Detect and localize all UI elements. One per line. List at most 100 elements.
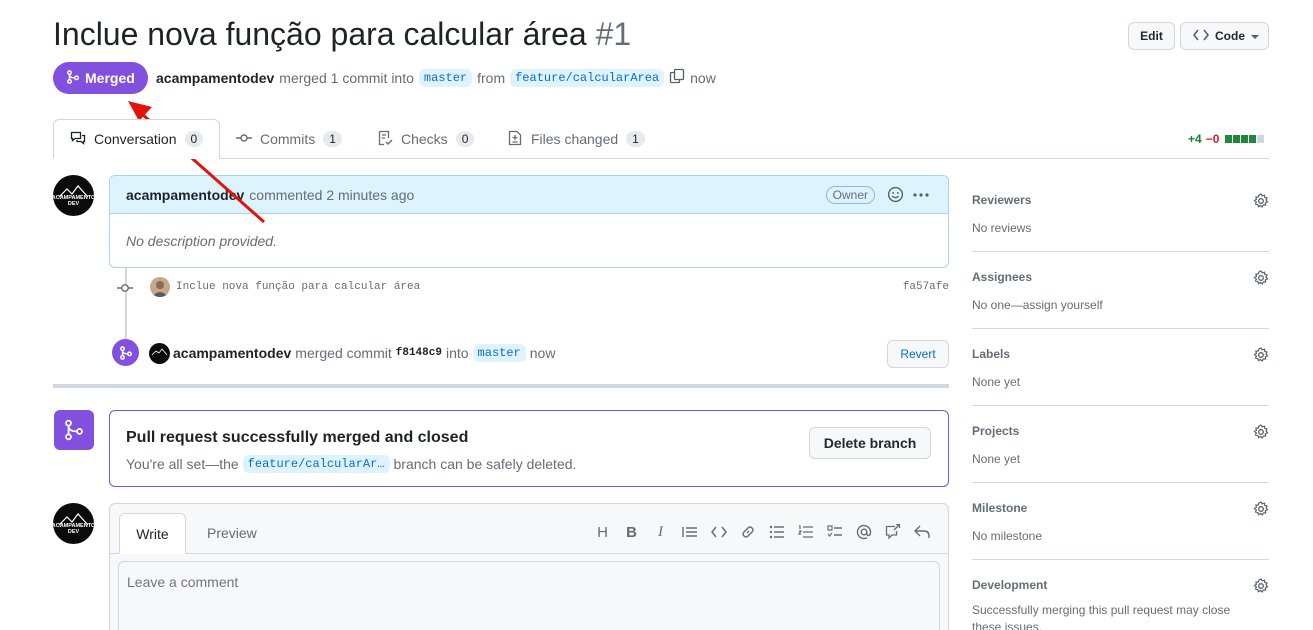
quote-icon[interactable] [681,523,698,541]
sidebar-value: None yet [972,452,1021,466]
gear-icon[interactable] [1253,424,1269,443]
sidebar-title[interactable]: Labels [972,347,1269,361]
comment-textarea[interactable]: Leave a comment [118,561,940,630]
avatar[interactable]: ACAMPAMENTO DEV [53,503,94,544]
sidebar-value: No reviews [972,221,1032,235]
merged-text: merged 1 commit into [279,69,414,86]
comment-author[interactable]: acampamentodev [126,187,244,203]
merge-action: merged commit [295,345,392,361]
git-merge-icon [66,69,80,87]
merge-author[interactable]: acampamentodev [173,345,291,361]
gear-icon[interactable] [1253,578,1269,597]
cross-reference-icon[interactable] [884,523,901,541]
edit-button[interactable]: Edit [1128,22,1175,50]
diffstat[interactable]: +4 −0 [1188,132,1265,146]
smiley-icon[interactable] [887,186,904,206]
commit-message[interactable]: Inclue nova função para calcular área [176,281,420,293]
sidebar-title[interactable]: Projects [972,424,1269,438]
time-text: now [690,69,716,86]
editor-divider [110,553,948,554]
git-merge-icon [54,410,94,450]
git-commit-icon [236,130,252,149]
italic-icon[interactable]: I [652,523,669,541]
tab-label: Conversation [94,131,177,147]
comment-box: acampamentodev commented 2 minutes ago O… [109,175,949,268]
merge-event-text: acampamentodev merged commit f8148c9 int… [173,344,555,362]
sidebar-title[interactable]: Development [972,578,1269,592]
link-icon[interactable] [739,523,756,541]
tab-count: 0 [184,131,204,147]
gear-icon[interactable] [1253,501,1269,520]
sidebar-value: No milestone [972,529,1043,543]
comment-discussion-icon [70,130,86,149]
merger-avatar[interactable] [149,343,170,364]
mention-icon[interactable] [855,523,872,541]
tab-preview[interactable]: Preview [207,525,257,541]
ordered-list-icon[interactable] [797,523,814,541]
merge-time: now [529,345,556,361]
tab-checks[interactable]: Checks 0 [377,119,475,159]
sidebar-value: Successfully merging this pull request m… [972,603,1231,630]
tab-count: 1 [323,131,342,147]
heading-icon[interactable]: H [594,523,611,541]
merged-status-badge: Merged [53,62,148,94]
sidebar-title[interactable]: Milestone [972,501,1269,515]
gear-icon[interactable] [1253,193,1269,212]
merge-sha[interactable]: f8148c9 [396,347,442,359]
sidebar-assignees: Assignees No one—assign yourself [972,270,1269,312]
reply-icon[interactable] [913,523,930,541]
tab-files-changed[interactable]: Files changed 1 [507,119,645,159]
sidebar-divider [972,482,1269,483]
git-commit-icon [115,280,135,299]
comment-action: commented 2 minutes ago [249,186,415,203]
commit-row: Inclue nova função para calcular área fa… [115,277,949,299]
avatar-text: ACAMPAMENTO DEV [53,194,94,207]
tab-label: Checks [401,131,448,147]
additions-count: +4 [1188,132,1202,146]
delete-branch-button[interactable]: Delete branch [809,427,931,459]
author-link[interactable]: acampamentodev [156,70,274,86]
revert-button[interactable]: Revert [887,340,949,368]
sidebar-title[interactable]: Reviewers [972,193,1269,207]
sidebar-divider [972,405,1269,406]
sidebar-value[interactable]: No one—assign yourself [972,298,1269,312]
commit-sha[interactable]: fa57afe [903,281,949,293]
merged-label: Merged [85,70,135,86]
from-text: from [477,69,506,86]
comment-header: acampamentodev commented 2 minutes ago [110,176,948,214]
sidebar-projects: Projects None yet [972,424,1269,466]
merged-branch[interactable]: feature/calcularAr… [242,455,390,473]
tab-conversation[interactable]: Conversation 0 [53,119,220,159]
merge-status-after: branch can be safely deleted. [393,456,577,472]
tab-write[interactable]: Write [119,513,186,554]
unordered-list-icon[interactable] [768,523,785,541]
code-button[interactable]: Code [1180,22,1269,50]
avatar[interactable]: ACAMPAMENTO DEV [53,175,94,216]
copy-icon[interactable] [669,68,685,87]
commit-author-avatar[interactable] [150,277,170,297]
base-branch[interactable]: master [418,68,473,87]
bold-icon[interactable]: B [623,523,640,541]
merge-branch[interactable]: master [472,344,526,362]
sidebar-title[interactable]: Assignees [972,270,1269,284]
comment-body: No description provided. [126,233,277,249]
pr-title: Inclue nova função para calcular área [53,16,587,52]
merge-status-box: Pull request successfully merged and clo… [109,410,949,487]
sidebar-milestone: Milestone No milestone [972,501,1269,543]
pr-number: #1 [595,16,632,52]
gear-icon[interactable] [1253,270,1269,289]
markdown-toolbar: H B I [594,523,930,541]
file-diff-icon [507,130,523,149]
merge-status-text: You're all set—the feature/calcularAr… b… [126,455,576,473]
head-branch[interactable]: feature/calcularArea [510,68,665,87]
tab-commits[interactable]: Commits 1 [236,119,342,159]
code-icon[interactable] [710,523,727,541]
gear-icon[interactable] [1253,347,1269,366]
kebab-horizontal-icon[interactable] [912,188,930,205]
code-label: Code [1215,29,1245,43]
tab-count: 1 [626,131,645,147]
sidebar-value: None yet [972,375,1021,389]
tasklist-icon[interactable] [826,523,843,541]
sidebar-development: Development Successfully merging this pu… [972,578,1269,630]
avatar-text: ACAMPAMENTO DEV [53,522,94,535]
